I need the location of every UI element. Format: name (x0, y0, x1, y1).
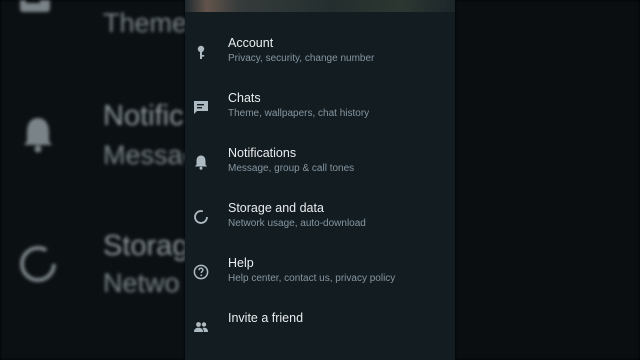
blurred-notifications-sub: Messag (103, 140, 185, 170)
settings-item-storage[interactable]: Storage and data Network usage, auto-dow… (185, 201, 455, 251)
video-frame: Theme, Notific Messag Storag Netwo Accou… (0, 0, 640, 360)
blurred-background-left: Theme, Notific Messag Storag Netwo (0, 0, 185, 360)
settings-item-subtitle: Theme, wallpapers, chat history (228, 108, 370, 119)
chat-icon (193, 99, 209, 115)
settings-item-title: Chats (228, 91, 261, 105)
settings-item-subtitle: Message, group & call tones (228, 163, 355, 174)
settings-item-help[interactable]: Help Help center, contact us, privacy po… (185, 256, 455, 306)
settings-item-notifications[interactable]: Notifications Message, group & call tone… (185, 146, 455, 196)
help-icon (193, 264, 209, 280)
settings-item-invite[interactable]: Invite a friend (185, 311, 455, 360)
key-icon (193, 44, 209, 60)
blurred-bell-icon (22, 115, 54, 158)
profile-header-remnant (185, 0, 455, 12)
settings-item-title: Notifications (228, 146, 297, 160)
blurred-chat-icon (18, 0, 52, 21)
settings-item-title: Invite a friend (228, 311, 304, 325)
blurred-storage-title: Storag (103, 230, 185, 262)
blurred-background-right (455, 0, 640, 360)
settings-item-account[interactable]: Account Privacy, security, change number (185, 36, 455, 86)
settings-item-title: Help (228, 256, 254, 270)
settings-item-subtitle: Privacy, security, change number (228, 53, 375, 64)
blurred-notifications-title: Notific (103, 100, 184, 132)
settings-item-subtitle: Help center, contact us, privacy policy (228, 273, 396, 284)
settings-screen: Account Privacy, security, change number… (185, 0, 455, 360)
bell-icon (193, 154, 209, 170)
settings-item-subtitle: Network usage, auto-download (228, 218, 366, 229)
settings-item-title: Account (228, 36, 274, 50)
blurred-theme-text: Theme, (103, 8, 185, 38)
people-icon (193, 319, 209, 335)
data-usage-icon (193, 209, 209, 225)
settings-item-title: Storage and data (228, 201, 324, 215)
blurred-storage-sub: Netwo (103, 268, 180, 298)
settings-item-chats[interactable]: Chats Theme, wallpapers, chat history (185, 91, 455, 141)
blurred-data-usage-icon (17, 243, 59, 290)
